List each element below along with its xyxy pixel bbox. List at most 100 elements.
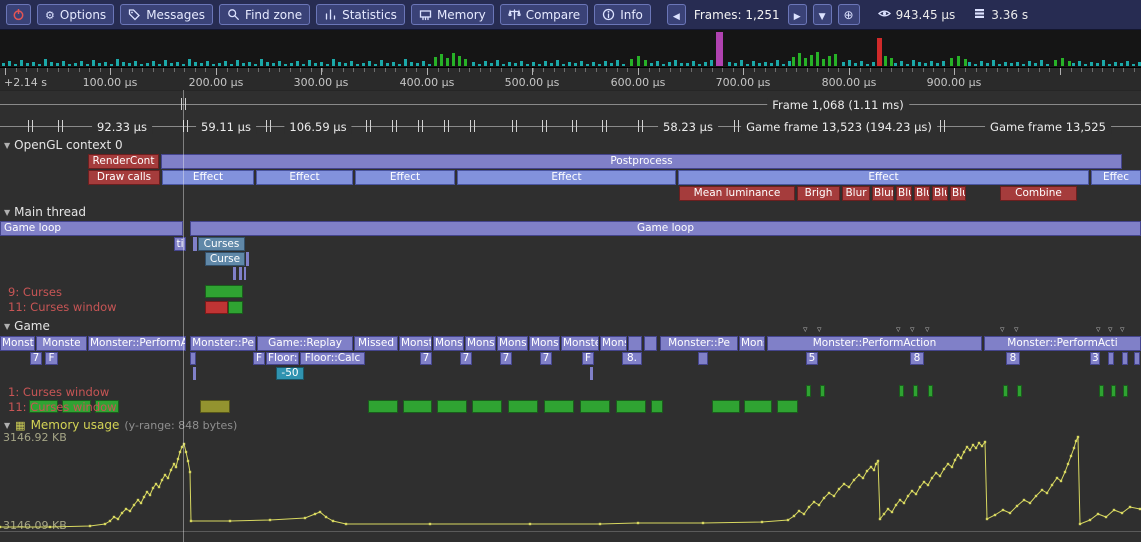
zone-bar[interactable]: Monster::Pe bbox=[190, 336, 256, 351]
zone-bar[interactable]: 7 bbox=[460, 352, 472, 365]
message-marker-icon[interactable]: ▿ bbox=[803, 326, 808, 335]
zone-bar[interactable] bbox=[1122, 352, 1128, 365]
zone-bar[interactable] bbox=[1099, 385, 1104, 397]
zone-bar[interactable] bbox=[1111, 385, 1116, 397]
zone-bar[interactable]: Game::Replay bbox=[257, 336, 353, 351]
zone-bar[interactable] bbox=[205, 285, 243, 298]
zone-bar[interactable]: Effect bbox=[162, 170, 254, 185]
zone-bar[interactable] bbox=[712, 400, 740, 413]
thread-label[interactable]: 11: Curses window bbox=[8, 300, 117, 314]
message-marker-icon[interactable]: ▿ bbox=[1014, 326, 1019, 335]
zone-bar[interactable] bbox=[244, 267, 246, 280]
zone-bar[interactable]: Monst bbox=[465, 336, 496, 351]
zone-bar[interactable] bbox=[1134, 352, 1140, 365]
zone-bar[interactable] bbox=[246, 252, 249, 266]
zone-bar[interactable]: Monster::PerformAction bbox=[767, 336, 982, 351]
memory-button[interactable]: Memory bbox=[411, 4, 494, 25]
zone-bar[interactable]: Effect bbox=[457, 170, 676, 185]
zone-bar[interactable]: Game loop bbox=[190, 221, 1141, 236]
zone-bar[interactable] bbox=[616, 400, 646, 413]
zone-bar[interactable]: Monst bbox=[399, 336, 432, 351]
zone-bar[interactable] bbox=[368, 400, 398, 413]
focus-frame-button[interactable]: ⊕ bbox=[838, 4, 860, 25]
zone-bar[interactable]: Monster::PerformActi bbox=[984, 336, 1141, 351]
zone-bar[interactable]: Blur bbox=[932, 186, 948, 201]
zone-bar[interactable]: F bbox=[582, 352, 594, 365]
zone-bar[interactable] bbox=[200, 400, 230, 413]
zone-bar[interactable] bbox=[190, 352, 196, 365]
zone-bar[interactable]: F bbox=[45, 352, 58, 365]
zone-bar[interactable]: Game loop bbox=[0, 221, 183, 236]
time-axis[interactable]: +2.14 s100.00 μs200.00 μs300.00 μs400.00… bbox=[0, 68, 1141, 91]
zone-bar[interactable] bbox=[777, 400, 798, 413]
frame-label[interactable]: 59.11 μs bbox=[196, 120, 256, 134]
zone-bar[interactable]: Blur bbox=[872, 186, 894, 201]
section-header-opengl-context-0[interactable]: ▼OpenGL context 0 bbox=[4, 138, 123, 152]
zone-bar[interactable]: Floor: bbox=[266, 352, 299, 365]
zone-bar[interactable]: Blur bbox=[842, 186, 870, 201]
zone-bar[interactable]: Monst bbox=[433, 336, 464, 351]
zone-bar[interactable]: Blur bbox=[896, 186, 912, 201]
zone-bar[interactable]: -50 bbox=[276, 367, 304, 380]
frame-label[interactable]: Game frame 13,525 bbox=[985, 120, 1111, 134]
zone-bar[interactable] bbox=[193, 367, 196, 380]
zone-bar[interactable]: Mean luminance bbox=[679, 186, 795, 201]
zone-bar[interactable]: Monste bbox=[0, 336, 35, 351]
zone-bar[interactable]: 8. bbox=[622, 352, 642, 365]
zone-bar[interactable]: 7 bbox=[30, 352, 42, 365]
frame-label[interactable]: 92.33 μs bbox=[92, 120, 152, 134]
zone-bar[interactable]: Effect bbox=[355, 170, 455, 185]
zone-bar[interactable]: Mons bbox=[739, 336, 765, 351]
find-zone-button[interactable]: Find zone bbox=[219, 4, 310, 25]
frame-label[interactable]: Game frame 13,523 (194.23 μs) bbox=[741, 120, 937, 134]
zone-bar[interactable] bbox=[437, 400, 467, 413]
zone-bar[interactable]: Effect bbox=[678, 170, 1089, 185]
zone-bar[interactable]: 7 bbox=[540, 352, 552, 365]
zone-bar[interactable] bbox=[205, 301, 228, 314]
zone-bar[interactable] bbox=[928, 385, 933, 397]
info-button[interactable]: Info bbox=[594, 4, 651, 25]
section-header-main-thread[interactable]: ▼Main thread bbox=[4, 205, 86, 219]
next-frame-button[interactable]: ▶ bbox=[788, 4, 807, 25]
zone-bar[interactable]: Blur bbox=[950, 186, 966, 201]
zone-bar[interactable]: Monster::Pe bbox=[660, 336, 738, 351]
memory-section-header[interactable]: ▼ ▦ Memory usage (y-range: 848 bytes) bbox=[4, 418, 237, 432]
zone-bar[interactable] bbox=[508, 400, 538, 413]
zone-bar[interactable]: Blur bbox=[914, 186, 930, 201]
message-marker-icon[interactable]: ▿ bbox=[896, 326, 901, 335]
zone-bar[interactable]: Effec bbox=[1091, 170, 1141, 185]
zone-bar[interactable] bbox=[193, 237, 197, 251]
zone-bar[interactable]: Postprocess bbox=[161, 154, 1122, 169]
zone-bar[interactable] bbox=[228, 301, 243, 314]
zone-bar[interactable]: Draw calls bbox=[88, 170, 160, 185]
zone-bar[interactable] bbox=[233, 267, 236, 280]
message-marker-icon[interactable]: ▿ bbox=[1120, 326, 1125, 335]
message-marker-icon[interactable]: ▿ bbox=[1096, 326, 1101, 335]
message-marker-icon[interactable]: ▿ bbox=[1108, 326, 1113, 335]
section-header-game[interactable]: ▼Game bbox=[4, 319, 50, 333]
zone-bar[interactable] bbox=[651, 400, 663, 413]
zone-bar[interactable] bbox=[698, 352, 708, 365]
compare-button[interactable]: Compare bbox=[500, 4, 588, 25]
zone-bar[interactable] bbox=[239, 267, 242, 280]
zone-bar[interactable]: Combine bbox=[1000, 186, 1077, 201]
messages-button[interactable]: Messages bbox=[120, 4, 213, 25]
zone-bar[interactable]: Floor::Calc bbox=[300, 352, 365, 365]
zone-bar[interactable]: 7 bbox=[420, 352, 432, 365]
power-button[interactable] bbox=[6, 4, 31, 25]
message-marker-icon[interactable]: ▿ bbox=[910, 326, 915, 335]
zone-bar[interactable]: 7 bbox=[500, 352, 512, 365]
thread-label[interactable]: 11: Curses window bbox=[8, 400, 117, 414]
zone-bar[interactable] bbox=[628, 336, 642, 351]
zone-bar[interactable] bbox=[899, 385, 904, 397]
zone-bar[interactable] bbox=[590, 367, 593, 380]
zone-bar[interactable]: Monst bbox=[497, 336, 528, 351]
statistics-button[interactable]: Statistics bbox=[316, 4, 405, 25]
frame-histogram[interactable] bbox=[0, 30, 1141, 68]
zone-bar[interactable]: Mons bbox=[600, 336, 627, 351]
zone-bar[interactable]: Monste bbox=[561, 336, 599, 351]
zone-bar[interactable]: Monste bbox=[36, 336, 87, 351]
zone-bar[interactable]: 8 bbox=[1006, 352, 1020, 365]
zone-bar[interactable] bbox=[913, 385, 918, 397]
zone-bar[interactable]: Curses bbox=[198, 237, 245, 251]
